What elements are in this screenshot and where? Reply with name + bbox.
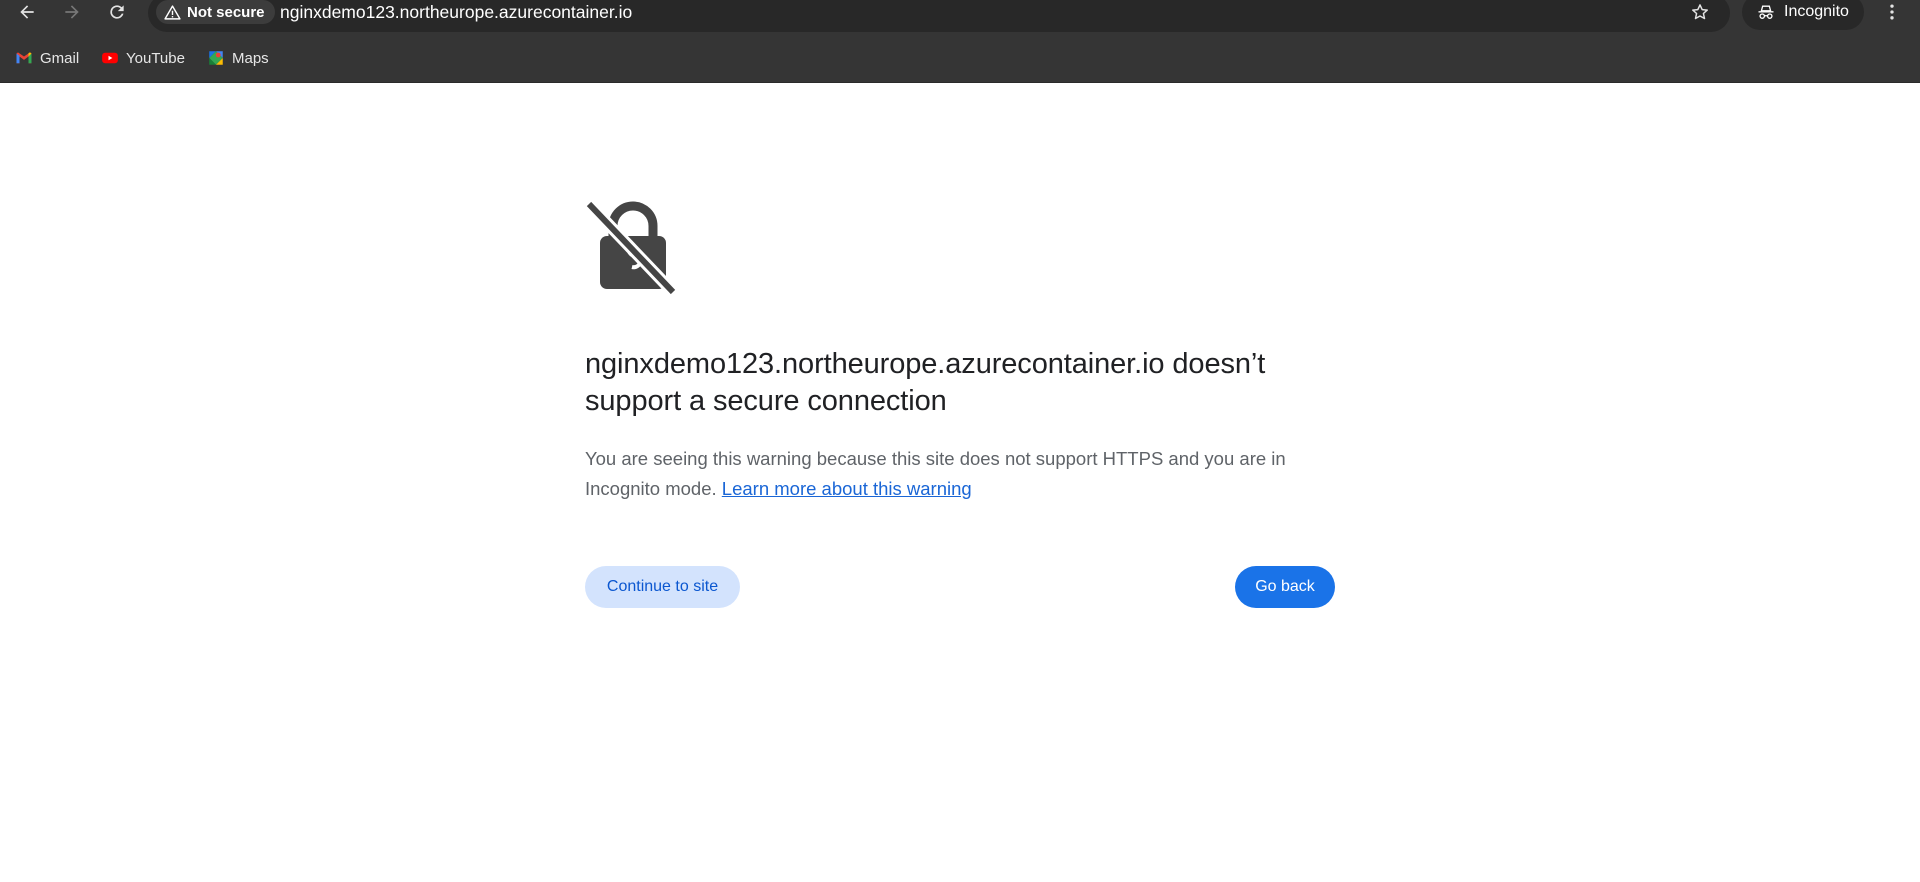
more-vert-icon (1890, 4, 1894, 20)
incognito-profile-button[interactable]: Incognito (1742, 0, 1864, 30)
browser-menu-button[interactable] (1880, 0, 1904, 24)
bookmark-maps[interactable]: Maps (201, 45, 275, 71)
incognito-icon (1758, 5, 1774, 19)
continue-to-site-button[interactable]: Continue to site (585, 566, 740, 608)
arrow-left-icon (20, 5, 34, 19)
youtube-icon (102, 52, 118, 64)
bookmark-youtube[interactable]: YouTube (95, 45, 191, 71)
bookmark-gmail[interactable]: Gmail (9, 45, 85, 71)
back-button[interactable] (9, 0, 45, 24)
url-text[interactable]: nginxdemo123.northeurope.azurecontainer.… (280, 1, 632, 23)
warning-triangle-icon (164, 4, 181, 20)
address-bar[interactable]: Not secure nginxdemo123.northeurope.azur… (148, 0, 1730, 32)
reload-icon (110, 5, 124, 19)
bookmark-label: Gmail (40, 49, 80, 67)
learn-more-link[interactable]: Learn more about this warning (722, 478, 972, 499)
star-icon (1692, 4, 1708, 20)
bookmarks-bar: Gmail YouTube Maps (0, 36, 1920, 83)
profile-label: Incognito (1784, 3, 1849, 20)
bookmark-label: Maps (232, 49, 269, 67)
bookmark-label: YouTube (126, 49, 185, 67)
maps-icon (209, 51, 223, 65)
security-label: Not secure (187, 3, 265, 21)
arrow-right-icon (65, 5, 79, 19)
go-back-button[interactable]: Go back (1235, 566, 1335, 608)
lock-slash-icon (584, 199, 678, 297)
page-title: nginxdemo123.northeurope.azurecontainer.… (585, 348, 1266, 417)
gmail-icon (16, 52, 32, 64)
reload-button[interactable] (99, 0, 135, 24)
browser-toolbar: Not secure nginxdemo123.northeurope.azur… (0, 0, 1920, 36)
security-indicator[interactable]: Not secure (156, 0, 275, 24)
interstitial-content: nginxdemo123.northeurope.azurecontainer.… (584, 199, 1335, 608)
action-buttons: Continue to site Go back (585, 566, 1335, 608)
forward-button[interactable] (54, 0, 90, 24)
bookmark-star-button[interactable] (1680, 0, 1720, 24)
warning-description: You are seeing this warning because this… (585, 444, 1335, 504)
